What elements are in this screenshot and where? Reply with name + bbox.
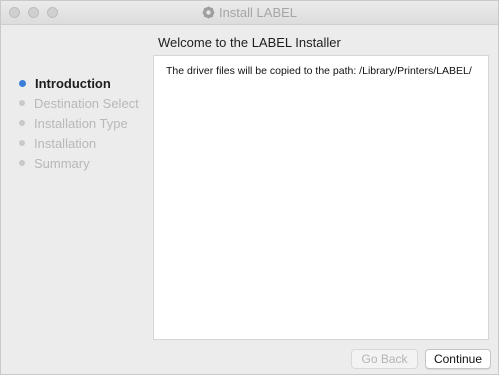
step-dot-icon xyxy=(19,120,25,126)
step-introduction: Introduction xyxy=(19,73,139,93)
welcome-heading: Welcome to the LABEL Installer xyxy=(158,35,341,50)
step-destination-select: Destination Select xyxy=(19,93,139,113)
continue-button[interactable]: Continue xyxy=(425,349,491,369)
step-summary: Summary xyxy=(19,153,139,173)
step-label: Installation xyxy=(34,135,97,151)
step-active-dot-icon xyxy=(19,79,26,87)
step-dot-icon xyxy=(19,100,25,106)
step-dot-icon xyxy=(19,140,25,146)
content-panel: The driver files will be copied to the p… xyxy=(153,55,489,340)
step-label: Installation Type xyxy=(34,115,128,131)
installer-gear-icon xyxy=(202,6,215,22)
installer-window: Install LABEL Welcome to the LABEL Insta… xyxy=(0,0,499,375)
content-message: The driver files will be copied to the p… xyxy=(166,65,472,77)
window-title-text: Install LABEL xyxy=(218,5,298,20)
step-label: Destination Select xyxy=(34,95,139,111)
installer-steps: Introduction Destination Select Installa… xyxy=(19,73,139,173)
step-installation: Installation xyxy=(19,133,139,153)
step-installation-type: Installation Type xyxy=(19,113,139,133)
step-label: Summary xyxy=(34,155,90,171)
window-title: Install LABEL xyxy=(1,5,498,22)
step-dot-icon xyxy=(19,160,25,166)
title-bar: Install LABEL xyxy=(1,1,498,25)
step-label: Introduction xyxy=(35,75,111,91)
go-back-button[interactable]: Go Back xyxy=(351,349,418,369)
